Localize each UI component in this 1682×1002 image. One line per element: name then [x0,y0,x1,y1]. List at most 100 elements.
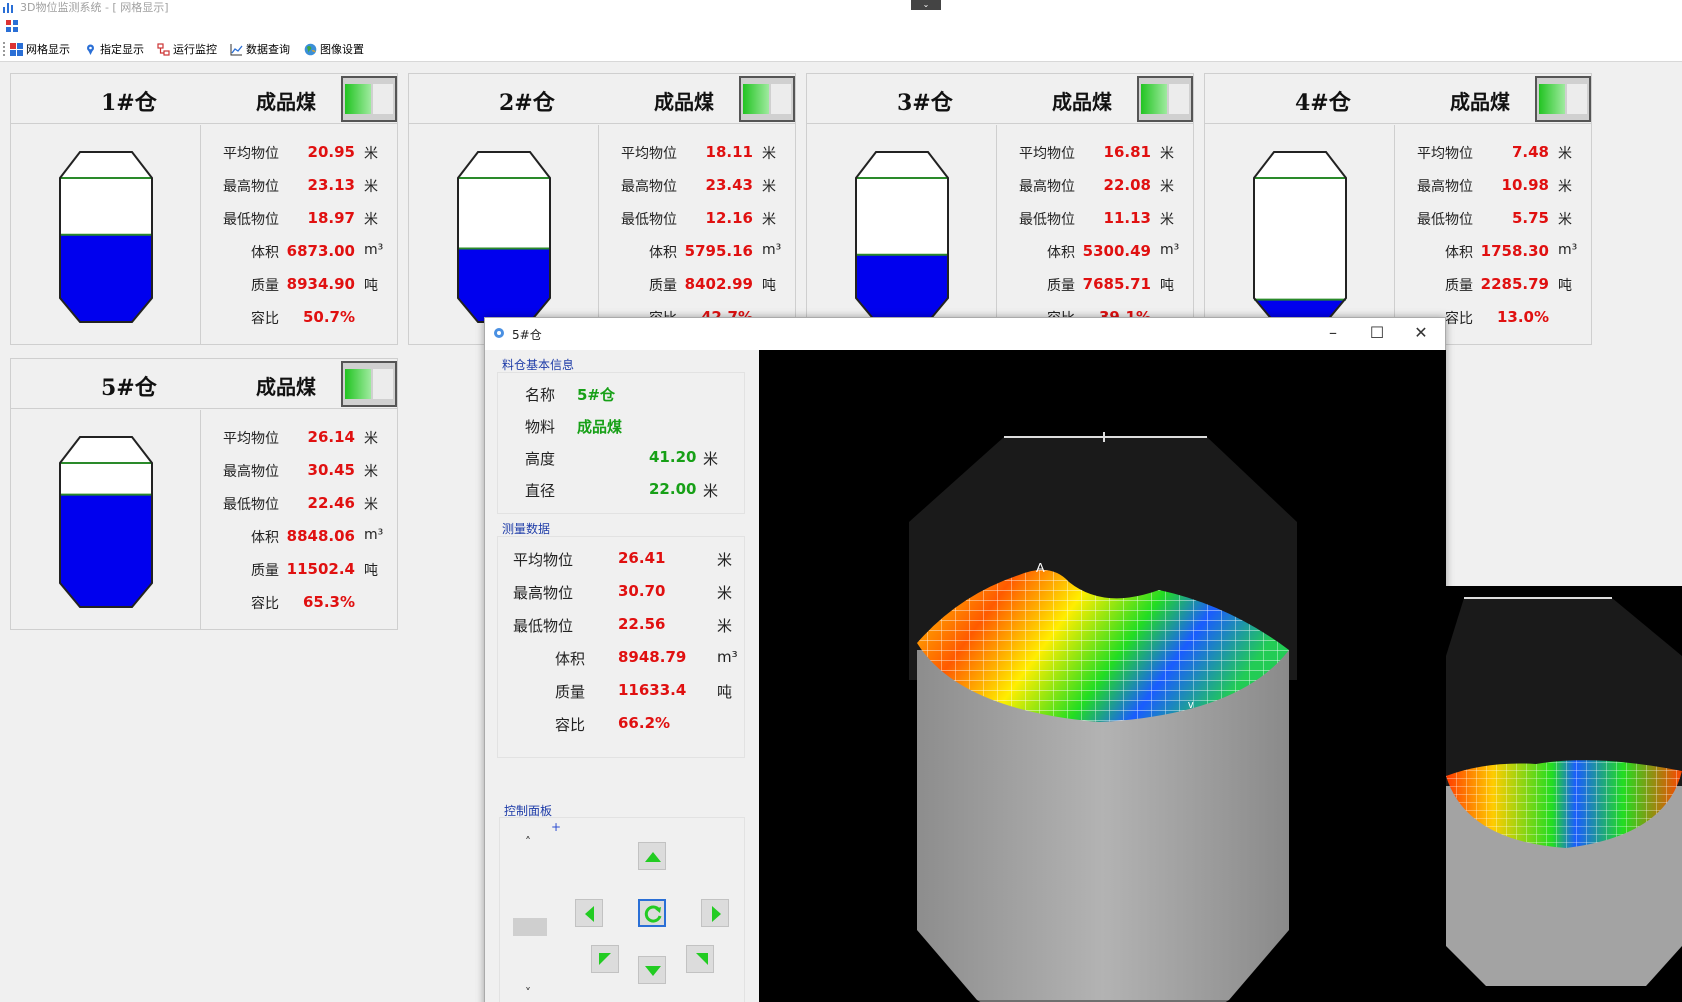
zoom-up-arrow[interactable]: ˄ [521,835,535,849]
toggle-on-segment [345,369,371,399]
stat-label: 体积 [649,245,677,261]
stat-value: 16.81 [1103,143,1151,161]
secondary-3d-viewport[interactable] [1446,586,1682,1002]
info-height-unit: 米 [703,450,719,468]
close-button[interactable]: ✕ [1399,318,1443,350]
measure-row: 质量 11633.4 吨 [485,681,759,701]
stat-label: 体积 [1047,245,1075,261]
stat-row: 平均物位 26.14 米 [209,428,397,461]
stat-label: 最高物位 [1417,179,1473,195]
mdi-window-icon[interactable] [6,20,18,32]
stat-label: 最高物位 [1019,179,1075,195]
stat-row: 最高物位 23.13 米 [209,176,397,209]
stat-row: 最高物位 10.98 米 [1403,176,1591,209]
3d-silo-model: A v [909,432,1297,1002]
rotate-up-button[interactable] [638,842,666,870]
window-title: 3D物位监测系统 - [ 网格显示] [20,1,169,14]
toolbar: 网格显示 指定显示 运行监控 数据查询 图像设置 [0,36,1682,62]
stat-unit: 吨 [762,278,776,294]
toggle-off-segment [771,84,791,114]
silo-status-toggle[interactable] [739,76,795,122]
measure-label: 体积 [555,650,586,668]
stat-value: 22.08 [1103,176,1151,194]
stat-row: 质量 7685.71 吨 [1005,275,1193,308]
silo-status-toggle[interactable] [341,361,397,407]
silo-card[interactable]: 2#仓 成品煤 平均物位 18.11 米最高物位 23.43 米最低物位 12.16 米体积 57… [408,73,796,345]
silo-card[interactable]: 3#仓 成品煤 平均物位 16.81 米最高物位 22.08 米最低物位 11.13 米体积 53… [806,73,1194,345]
rotate-right-button[interactable] [701,899,729,927]
stat-row: 最高物位 30.45 米 [209,461,397,494]
zoom-in-label: + [551,820,562,834]
maximize-button[interactable]: ☐ [1355,318,1399,350]
silo-status-toggle[interactable] [341,76,397,122]
3d-silo-viewport[interactable]: A v [759,350,1446,1002]
stat-row: 最低物位 11.13 米 [1005,209,1193,242]
toolbar-image-settings[interactable]: 图像设置 [304,41,364,57]
grid-icon [10,42,23,56]
silo-name: 1#仓 [101,90,157,116]
stat-label: 质量 [251,278,279,294]
minimize-button[interactable]: – [1311,318,1355,350]
toolbar-grid-display[interactable]: 网格显示 [10,41,70,57]
silo-status-toggle[interactable] [1535,76,1591,122]
stat-value: 5.75 [1511,209,1549,227]
stat-label: 最高物位 [621,179,677,195]
toolbar-specified-display[interactable]: 指定显示 [84,41,144,57]
rotate-down-button[interactable] [638,956,666,984]
silo-material: 成品煤 [1450,90,1510,114]
detail-title-bar[interactable]: 5#仓 – ☐ ✕ [485,318,1445,350]
silo-detail-window: 5#仓 – ☐ ✕ 料仓基本信息 名称 5#仓 物料 成品煤 高度 41.20 … [484,317,1446,1002]
stat-label: 平均物位 [621,146,677,162]
measure-label: 平均物位 [513,551,574,569]
silo-card-header: 1#仓 成品煤 [11,74,397,124]
stat-unit: 吨 [1160,278,1174,294]
rotate-left-button[interactable] [575,899,603,927]
stat-unit: m³ [364,242,384,258]
stat-unit: 米 [1160,146,1174,162]
stat-unit: m³ [1160,242,1180,258]
silo-stats: 平均物位 7.48 米最高物位 10.98 米最低物位 5.75 米体积 1758.30 m³ 质… [1403,143,1591,341]
reset-view-button[interactable] [638,899,666,927]
silo-card[interactable]: 4#仓 成品煤 平均物位 7.48 米最高物位 10.98 米最低物位 5.75 米体积 1758… [1204,73,1592,345]
stat-label: 体积 [251,530,279,546]
tilt-down-right-button[interactable] [686,945,714,973]
stat-label: 最低物位 [1019,212,1075,228]
silo-card[interactable]: 5#仓 成品煤 平均物位 26.14 米最高物位 30.45 米最低物位 22.46 米体积 88… [10,358,398,630]
stat-row: 体积 5300.49 m³ [1005,242,1193,275]
silo-level-graphic [807,125,997,344]
toolbar-label: 指定显示 [100,43,144,56]
silo-card[interactable]: 1#仓 成品煤 平均物位 20.95 米最高物位 23.13 米最低物位 18.97 米体积 68… [10,73,398,345]
toolbar-grip[interactable] [3,42,5,56]
stat-unit: 米 [364,464,378,480]
zoom-down-arrow[interactable]: ˅ [521,986,535,1000]
measure-unit: 米 [717,584,733,602]
ribbon-collapse-button[interactable]: ⌄ [911,0,941,10]
secondary-3d-silo-model [1446,597,1682,986]
stat-row: 最高物位 23.43 米 [607,176,795,209]
info-diameter-unit: 米 [703,482,719,500]
toolbar-data-query[interactable]: 数据查询 [230,41,290,57]
stat-label: 质量 [1445,278,1473,294]
stat-label: 容比 [251,596,279,612]
stat-value: 13.0% [1496,308,1549,326]
measure-row: 最高物位 30.70 米 [485,582,759,602]
stat-value: 26.14 [307,428,355,446]
stat-row: 最高物位 22.08 米 [1005,176,1193,209]
tilt-down-left-button[interactable] [591,945,619,973]
network-icon [157,42,170,56]
stat-value: 30.45 [307,461,355,479]
toggle-on-segment [743,84,769,114]
stat-unit: 吨 [364,563,378,579]
surface-peak-marker: A [1036,560,1045,575]
measure-row: 最低物位 22.56 米 [485,615,759,635]
silo-fill [60,234,152,322]
toolbar-run-monitor[interactable]: 运行监控 [157,41,217,57]
silo-window-icon [494,328,504,338]
measure-label: 容比 [555,716,586,734]
silo-status-toggle[interactable] [1137,76,1193,122]
stat-value: 7685.71 [1082,275,1151,293]
zoom-slider-thumb[interactable] [513,918,547,936]
corner-arrow-icon [599,953,611,965]
stat-value: 18.11 [705,143,753,161]
triangle-up-icon [645,852,661,862]
